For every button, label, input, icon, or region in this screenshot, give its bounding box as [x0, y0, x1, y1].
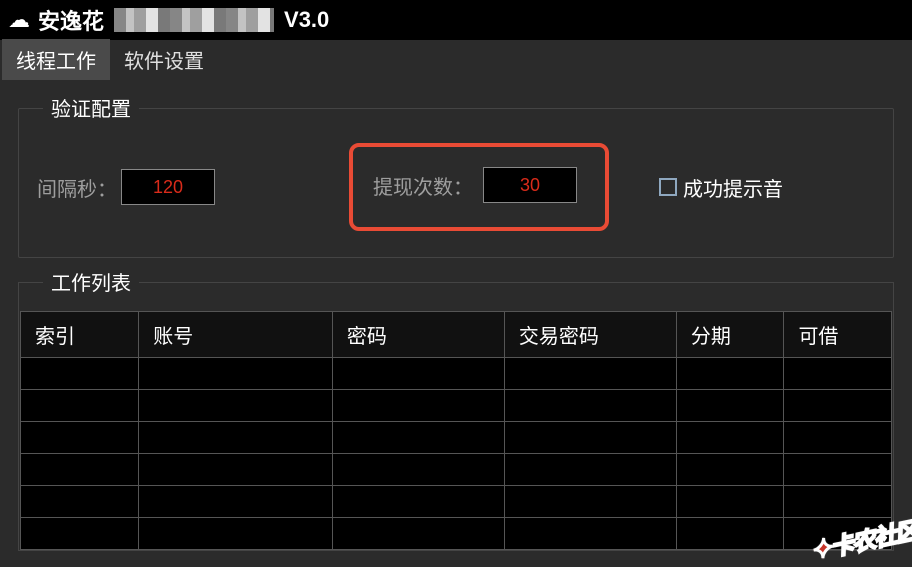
work-table[interactable]: 索引 账号 密码 交易密码 分期 可借	[20, 311, 892, 550]
verify-config-title: 验证配置	[43, 93, 139, 122]
col-trade-password[interactable]: 交易密码	[504, 312, 676, 358]
col-borrowable[interactable]: 可借	[784, 312, 892, 358]
tab-bar: 线程工作 软件设置	[0, 40, 912, 80]
col-account[interactable]: 账号	[139, 312, 333, 358]
title-redacted	[114, 8, 274, 32]
withdraw-input[interactable]	[483, 167, 577, 203]
table-row[interactable]	[21, 422, 892, 454]
col-installment[interactable]: 分期	[676, 312, 784, 358]
table-row[interactable]	[21, 518, 892, 550]
table-row[interactable]	[21, 390, 892, 422]
success-sound-label: 成功提示音	[683, 173, 783, 202]
title-bar: ☁ 安逸花 V3.0	[0, 0, 912, 40]
table-body	[21, 358, 892, 550]
table-row[interactable]	[21, 358, 892, 390]
success-sound-checkbox[interactable]: 成功提示音	[659, 173, 783, 202]
cloud-icon: ☁	[8, 9, 30, 31]
verify-config-group: 验证配置 间隔秒： 提现次数： 成功提示音	[18, 108, 894, 258]
interval-label: 间隔秒：	[37, 173, 117, 202]
tab-software-settings[interactable]: 软件设置	[110, 39, 218, 80]
withdraw-highlight-box: 提现次数：	[349, 143, 609, 231]
withdraw-label: 提现次数：	[373, 171, 473, 200]
col-password[interactable]: 密码	[332, 312, 504, 358]
table-header-row: 索引 账号 密码 交易密码 分期 可借	[21, 312, 892, 358]
table-row[interactable]	[21, 454, 892, 486]
work-list-title: 工作列表	[43, 267, 139, 296]
col-index[interactable]: 索引	[21, 312, 139, 358]
title-prefix: 安逸花	[38, 4, 104, 36]
tab-thread-work[interactable]: 线程工作	[2, 39, 110, 80]
app-title: 安逸花 V3.0	[38, 4, 329, 36]
content-area: 验证配置 间隔秒： 提现次数： 成功提示音 工作列表 索引 账号 密码 交易密码	[0, 80, 912, 563]
checkbox-icon	[659, 178, 677, 196]
interval-input[interactable]	[121, 169, 215, 205]
work-list-group: 工作列表 索引 账号 密码 交易密码 分期 可借	[18, 282, 894, 551]
table-row[interactable]	[21, 486, 892, 518]
title-version: V3.0	[284, 7, 329, 33]
